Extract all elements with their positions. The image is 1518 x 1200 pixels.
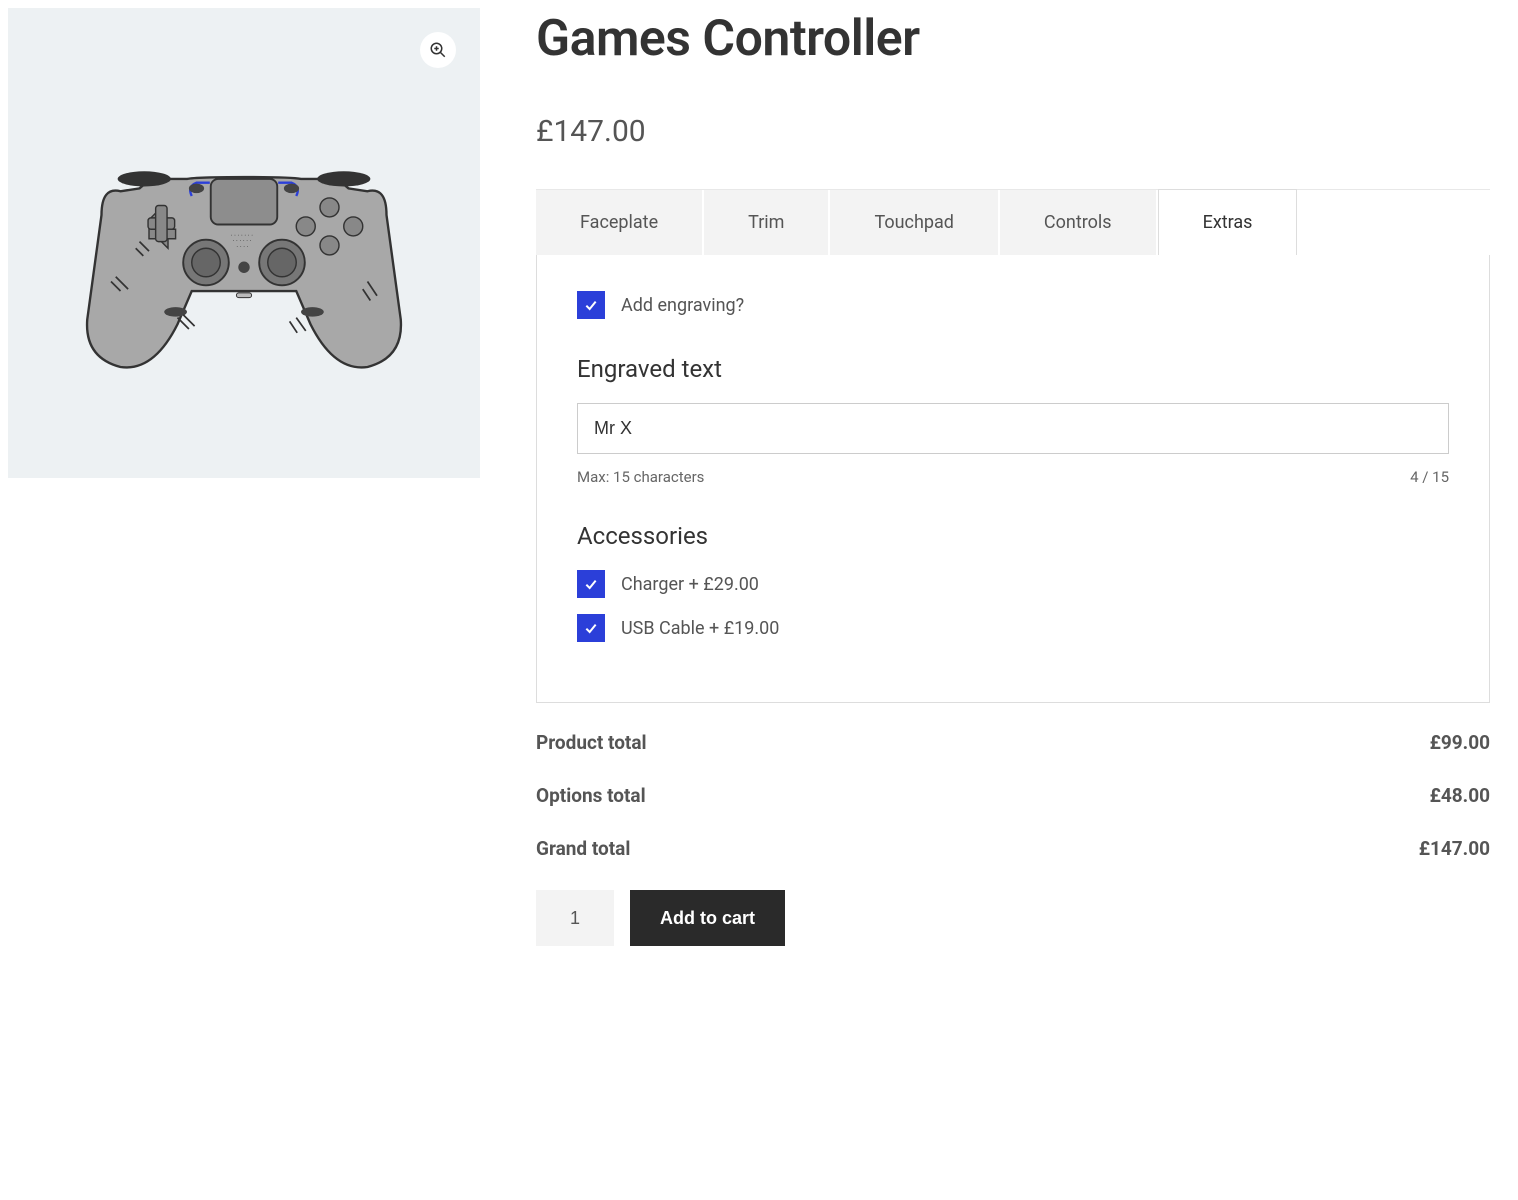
- controller-image: • • • • • • • • • • • • • • • • •: [54, 101, 434, 386]
- product-total-value: £99.00: [1430, 731, 1490, 754]
- engraving-checkbox[interactable]: [577, 291, 605, 319]
- engraved-text-heading: Engraved text: [577, 355, 1449, 383]
- product-price: £147.00: [536, 114, 1490, 149]
- char-counter: 4 / 15: [1410, 468, 1449, 486]
- accessory-usb-checkbox[interactable]: [577, 614, 605, 642]
- tab-panel-extras: Add engraving? Engraved text Max: 15 cha…: [536, 255, 1490, 703]
- accessories-heading: Accessories: [577, 522, 1449, 550]
- grand-total-value: £147.00: [1419, 837, 1490, 860]
- tab-touchpad[interactable]: Touchpad: [830, 190, 999, 255]
- add-to-cart-button[interactable]: Add to cart: [630, 890, 785, 946]
- check-icon: [583, 620, 599, 636]
- max-chars-hint: Max: 15 characters: [577, 468, 704, 486]
- accessory-charger-checkbox[interactable]: [577, 570, 605, 598]
- options-total-label: Options total: [536, 784, 646, 807]
- grand-total-label: Grand total: [536, 837, 630, 860]
- product-total-label: Product total: [536, 731, 647, 754]
- product-title: Games Controller: [536, 10, 1490, 68]
- options-total-value: £48.00: [1430, 784, 1490, 807]
- svg-text:• • • •: • • • •: [236, 244, 248, 248]
- svg-text:• • • • • • •: • • • • • • •: [231, 232, 254, 236]
- tab-extras[interactable]: Extras: [1158, 189, 1298, 255]
- svg-text:• • • • • •: • • • • • •: [233, 238, 252, 242]
- check-icon: [583, 297, 599, 313]
- tab-faceplate[interactable]: Faceplate: [536, 190, 704, 255]
- accessory-charger-label: Charger + £29.00: [621, 574, 759, 595]
- engraved-text-input[interactable]: [577, 403, 1449, 454]
- tab-controls[interactable]: Controls: [1000, 190, 1158, 255]
- accessory-usb-label: USB Cable + £19.00: [621, 618, 779, 639]
- product-image-box: • • • • • • • • • • • • • • • • •: [8, 8, 480, 478]
- zoom-icon[interactable]: [420, 32, 456, 68]
- tabs-bar: Faceplate Trim Touchpad Controls Extras: [536, 189, 1490, 255]
- engraving-checkbox-label: Add engraving?: [621, 295, 744, 316]
- tab-trim[interactable]: Trim: [704, 190, 830, 255]
- quantity-input[interactable]: [536, 890, 614, 946]
- check-icon: [583, 576, 599, 592]
